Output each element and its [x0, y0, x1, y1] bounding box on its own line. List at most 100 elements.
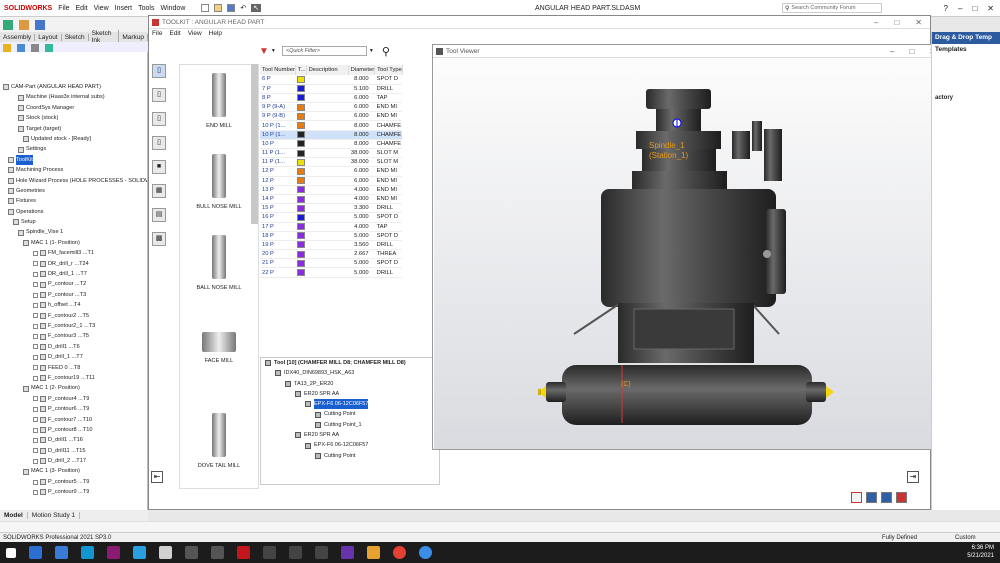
- assembly-icon[interactable]: [3, 19, 13, 30]
- assembly-node[interactable]: Tool [10] (CHAMFER MILL D8; CHAMFER MILL…: [261, 358, 439, 368]
- checkbox-icon[interactable]: [33, 427, 38, 433]
- checkbox-icon[interactable]: [33, 479, 38, 485]
- checkbox-icon[interactable]: [33, 448, 38, 454]
- checkbox-icon[interactable]: [33, 250, 38, 256]
- column-header[interactable]: Tool Type: [374, 65, 403, 75]
- settings-icon[interactable]: [159, 546, 172, 559]
- search-box[interactable]: ⚲ Search Community Forum: [782, 3, 882, 13]
- drill-category-icon[interactable]: ▯: [152, 88, 166, 102]
- edge-icon[interactable]: [419, 546, 432, 559]
- tree-item[interactable]: Machining Process: [0, 165, 147, 175]
- checkbox-icon[interactable]: [33, 375, 38, 381]
- tree-item[interactable]: F_contour2 ...T5: [0, 311, 147, 321]
- table-row[interactable]: 8 P 6.000 TAP: [260, 93, 403, 104]
- menu-tools[interactable]: Tools: [138, 5, 154, 12]
- assembly-node[interactable]: Cutting Point_1: [261, 420, 439, 430]
- tree-item[interactable]: D_drill1 ...T6: [0, 342, 147, 352]
- table-row[interactable]: 15 P 3.300 DRILL: [260, 203, 403, 214]
- tree-item[interactable]: D_drill_2 ...T17: [0, 456, 147, 466]
- windows-start-icon[interactable]: [6, 547, 16, 558]
- toolkit-menu-file[interactable]: File: [152, 30, 162, 37]
- tree-item[interactable]: F_contour3 ...T5: [0, 331, 147, 341]
- davinci-icon[interactable]: [185, 546, 198, 559]
- checkbox-icon[interactable]: [33, 323, 38, 329]
- close-icon[interactable]: ✕: [987, 4, 994, 13]
- table-row[interactable]: 9 P (9-B) 6.000 END MI: [260, 111, 403, 122]
- checkbox-icon[interactable]: [33, 396, 38, 402]
- checkbox-icon[interactable]: [33, 302, 38, 308]
- property-icon[interactable]: [17, 43, 25, 52]
- outlook-icon[interactable]: [55, 546, 68, 559]
- save-icon[interactable]: [227, 4, 236, 12]
- tree-item[interactable]: MAC 1 (1- Position): [0, 238, 147, 248]
- cards-scrollbar[interactable]: [251, 64, 258, 224]
- table-row[interactable]: 9 P (9-A) 6.000 END MI: [260, 102, 403, 113]
- table-row[interactable]: 19 P 3.560 DRILL: [260, 240, 403, 251]
- save-button[interactable]: [866, 492, 877, 503]
- table-row[interactable]: 13 P 4.000 END MI: [260, 185, 403, 195]
- feature-tree-icon[interactable]: [3, 43, 11, 52]
- tree-item[interactable]: P_contour4 ...T9: [0, 394, 147, 404]
- tree-item[interactable]: P_contour6 ...T9: [0, 404, 147, 414]
- new-app-icon[interactable]: [341, 546, 354, 559]
- new-icon[interactable]: [201, 4, 210, 12]
- pen-icon[interactable]: [289, 546, 302, 559]
- tree-item[interactable]: P_contour5 ...T9: [0, 477, 147, 487]
- collapse-right-button[interactable]: ⇥: [907, 471, 919, 483]
- config-icon[interactable]: [31, 43, 39, 52]
- table-row[interactable]: 18 P 5.000 SPOT D: [260, 231, 403, 241]
- toolkit-maximize-icon[interactable]: □: [894, 18, 899, 27]
- table-row[interactable]: 6 P 8.000 SPOT D: [260, 75, 403, 85]
- column-header[interactable]: Description: [306, 65, 349, 75]
- telegram-icon[interactable]: [133, 546, 146, 559]
- column-header[interactable]: Tool Number: [260, 65, 296, 75]
- undo-icon[interactable]: ↶: [240, 4, 246, 12]
- solidworks-task-icon[interactable]: [237, 546, 250, 559]
- tree-item[interactable]: P_contour ...T2: [0, 279, 147, 289]
- select-icon[interactable]: ↖: [251, 4, 262, 12]
- toolkit-category-icon[interactable]: ▩: [152, 232, 166, 246]
- column-header[interactable]: T...: [295, 65, 307, 75]
- tree-item[interactable]: Machine (Haas3x internal subs): [0, 92, 147, 102]
- table-row[interactable]: 16 P 5.000 SPOT D: [260, 212, 403, 223]
- search-icon[interactable]: ⚲: [382, 45, 390, 58]
- table-row[interactable]: 21 P 5.000 SPOT D: [260, 258, 403, 269]
- collapse-left-button[interactable]: ⇤: [151, 471, 163, 483]
- tree-item[interactable]: Operations: [0, 207, 147, 217]
- tree-item[interactable]: DR_drill_1 ...T7: [0, 269, 147, 279]
- tree-item[interactable]: F_contour19 ...T11: [0, 373, 147, 383]
- toolkit-close-icon[interactable]: ✕: [915, 18, 922, 27]
- assembly-node[interactable]: EPX-F6 06-12C06F57: [261, 440, 439, 450]
- component-icon[interactable]: [35, 19, 45, 30]
- toolkit-menu-help[interactable]: Help: [209, 30, 222, 37]
- save-as-button[interactable]: [881, 492, 892, 503]
- teams-icon[interactable]: [107, 546, 120, 559]
- checkbox-icon[interactable]: [33, 292, 38, 298]
- menu-edit[interactable]: Edit: [76, 5, 88, 12]
- open-icon[interactable]: [214, 4, 223, 12]
- tree-item[interactable]: ToolKit: [0, 154, 147, 166]
- assembly-node[interactable]: IDX40_DIN69893_HSK_A63: [261, 368, 439, 378]
- viewer-maximize-icon[interactable]: □: [909, 47, 914, 56]
- restore-icon[interactable]: □: [972, 4, 977, 13]
- table-row[interactable]: 17 P 4.000 TAP: [260, 222, 403, 232]
- quick-filter-input[interactable]: <Quick Filter>: [281, 46, 367, 56]
- bottom-tab-1[interactable]: Motion Study 1: [28, 512, 81, 519]
- tree-item[interactable]: P_contour ...T3: [0, 290, 147, 300]
- vscode-icon[interactable]: [29, 546, 42, 559]
- tool-icon[interactable]: [263, 546, 276, 559]
- tree-item[interactable]: Fixtures: [0, 196, 147, 206]
- clock[interactable]: 6:36 PM 5/21/2021: [967, 544, 994, 560]
- tree-item[interactable]: MAC 1 (3- Position): [0, 466, 147, 476]
- tree-item[interactable]: DR_drill_r ...T24: [0, 259, 147, 269]
- tree-item[interactable]: Geometries: [0, 186, 147, 196]
- tree-item[interactable]: Stock (stock): [0, 113, 147, 123]
- tool-card[interactable]: END MILL: [180, 73, 258, 146]
- assembly-node[interactable]: ER20 SPR AA: [261, 389, 439, 399]
- toolkit-menu-edit[interactable]: Edit: [169, 30, 180, 37]
- checkbox-icon[interactable]: [33, 334, 38, 340]
- assembly-node[interactable]: EPX-F6 06-12C06F57: [261, 399, 439, 410]
- toolkit-menu-view[interactable]: View: [188, 30, 202, 37]
- table-row[interactable]: 12 P 6.000 END MI: [260, 166, 403, 177]
- exit-button[interactable]: [896, 492, 907, 503]
